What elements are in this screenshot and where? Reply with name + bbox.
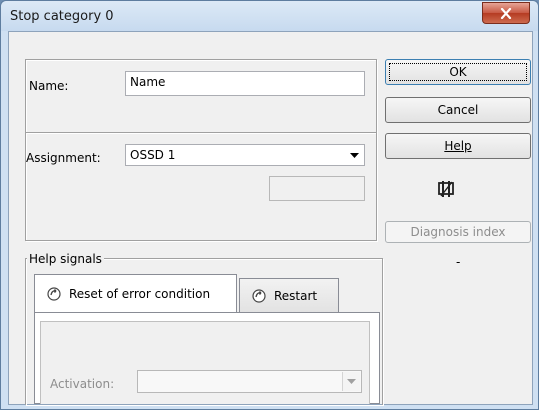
chevron-down-icon — [342, 372, 360, 391]
dialog-window: Stop category 0 Name: Name Assignment: O… — [0, 0, 539, 410]
signal-icon — [47, 287, 61, 301]
cancel-label: Cancel — [437, 103, 479, 117]
ok-button[interactable]: OK — [385, 59, 531, 85]
activation-label: Activation: — [50, 377, 115, 391]
diagnosis-index-button: Diagnosis index — [385, 221, 531, 243]
title-bar: Stop category 0 — [1, 1, 538, 31]
dialog-client: Name: Name Assignment: OSSD 1 OK Cancel … — [8, 31, 533, 405]
tab-label: Restart — [274, 289, 318, 303]
signal-icon — [252, 289, 266, 303]
help-label: Help — [444, 139, 472, 153]
separator-highlight — [26, 133, 376, 134]
cancel-button[interactable]: Cancel — [385, 97, 531, 123]
name-label: Name: — [29, 79, 69, 93]
tab-reset-of-error-condition[interactable]: Reset of error condition — [34, 274, 237, 313]
window-title: Stop category 0 — [10, 9, 114, 24]
tab-restart[interactable]: Restart — [239, 278, 339, 313]
name-field[interactable]: Name — [125, 71, 365, 96]
chevron-down-icon[interactable] — [346, 146, 363, 164]
tab-panel: Activation: — [34, 312, 380, 404]
diagnosis-index-value: - — [456, 255, 461, 269]
stop-category-icon — [437, 179, 457, 202]
tab-label: Reset of error condition — [69, 287, 211, 301]
close-icon — [500, 7, 512, 19]
help-signals-label: Help signals — [27, 252, 104, 266]
assignment-secondary-field — [269, 176, 365, 201]
focus-rectangle — [389, 63, 527, 81]
assignment-label: Assignment: — [26, 151, 101, 165]
assignment-select[interactable]: OSSD 1 — [125, 144, 365, 166]
diagnosis-index-label: Diagnosis index — [410, 225, 506, 239]
activation-select — [137, 370, 362, 393]
assignment-value: OSSD 1 — [130, 148, 176, 162]
help-button[interactable]: Help — [385, 133, 531, 159]
close-button[interactable] — [482, 2, 530, 24]
